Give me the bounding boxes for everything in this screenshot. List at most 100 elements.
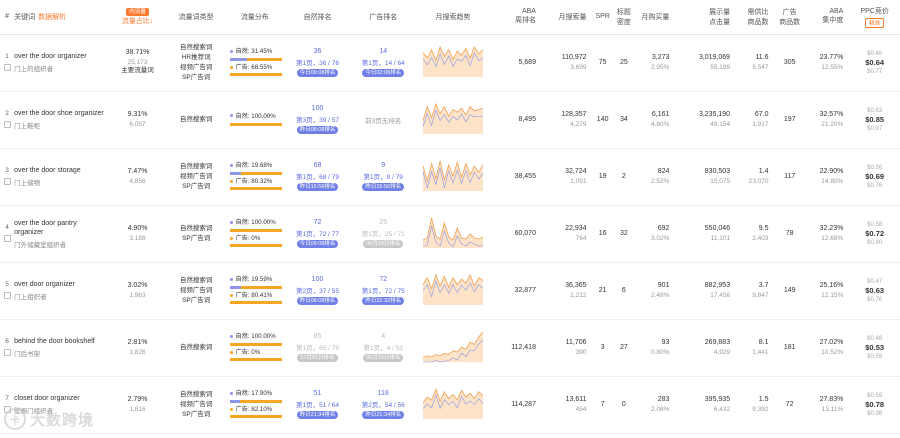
keyword-type-tag: 自然搜索词 (179, 162, 213, 170)
ad-share-label: 广告: 0% (224, 348, 285, 357)
search-trend-sparkline[interactable] (421, 330, 485, 364)
col-concentration-header[interactable]: ABA 集中度 (804, 0, 850, 35)
trend-cell[interactable] (416, 34, 490, 92)
keyword-cell[interactable]: over the door pantry organizer 门外储藏室组织者 (14, 205, 108, 263)
natural-rank-cell: 65 第1页，65 / 79 07月01日排名 (285, 319, 350, 377)
table-row[interactable]: 5 over door organizer 门上组织者 3.02% 1,963 自然… (0, 262, 900, 320)
col-search-header[interactable]: 月搜索量 (541, 0, 593, 35)
ppc-suggested: $0.63 (865, 285, 885, 295)
natural-rank-page: 第1页，51 / 64 (296, 402, 340, 409)
aba-concentration-sub: 13.11% (821, 406, 844, 413)
aba-concentration: 25.16% (819, 282, 844, 289)
col-spr-header[interactable]: SPR (592, 0, 613, 35)
ppc-cell: $0.48 $0.53 $0.59 (849, 319, 900, 377)
natural-rank-value[interactable]: 51 (285, 390, 350, 397)
dist-cell: 自然: 19.68% 广告: 80.32% (224, 148, 286, 206)
purchase-rate: 2.48% (650, 292, 670, 299)
table-row[interactable]: 3 over the door storage 门上储物 7.47% 4,856 自… (0, 148, 900, 206)
search-trend-sparkline[interactable] (421, 159, 485, 193)
keyword-cell[interactable]: over the door organizer 门上的组织者 (14, 34, 108, 92)
search-trend-sparkline[interactable] (421, 216, 485, 250)
ppc-suggested: $0.53 (865, 342, 885, 352)
natural-rank-value[interactable]: 65 (285, 333, 350, 340)
col-impressions-header[interactable]: 展示量 点击量 (675, 0, 737, 35)
natural-rank-value[interactable]: 68 (285, 162, 350, 169)
ppc-low: $0.46 (867, 50, 883, 57)
trend-cell[interactable] (416, 205, 490, 263)
spr-cell: 16 (592, 205, 613, 263)
keyword-cn: 门上的组织者 (14, 66, 54, 73)
keyword-cell[interactable]: over door organizer 门上组织者 (14, 262, 108, 320)
aba-concentration-sub: 21.20% (821, 121, 844, 128)
purchase-cell: 283 2.08% (634, 376, 676, 434)
ppc-header-label: PPC竞价 (860, 7, 889, 15)
search-trend-sparkline[interactable] (421, 387, 485, 421)
ratio-cell: 8.1 1,441 (736, 319, 775, 377)
search-volume: 110,972 (561, 54, 587, 61)
share-cell: 38.71% 25,173 主要流量词 (107, 34, 168, 92)
data-analysis-link[interactable]: 数据解析 (38, 14, 66, 21)
col-ratio-header[interactable]: 需供比 商品数 (736, 0, 775, 35)
ppc-exact-dropdown[interactable]: 精准 (865, 17, 885, 28)
ad-rank-value[interactable]: 118 (350, 390, 417, 397)
trend-cell[interactable] (416, 376, 490, 434)
row-checkbox[interactable] (3, 63, 11, 71)
row-checkbox[interactable] (3, 177, 11, 185)
ad-rank-value[interactable]: 25 (350, 219, 417, 226)
ppc-high: $0.98 (867, 410, 883, 417)
col-density-header[interactable]: 标题 密度 (612, 0, 635, 35)
natural-rank-value[interactable]: 36 (285, 48, 350, 55)
col-ad-products-header[interactable]: 广告 商品数 (774, 0, 805, 35)
trend-cell[interactable] (416, 148, 490, 206)
keyword-en[interactable]: behind the door bookshelf (14, 337, 107, 346)
table-row[interactable]: 4 over the door pantry organizer 门外储藏室组织者… (0, 205, 900, 263)
table-row[interactable]: 7 closet door organizer 壁橱门组织者 2.79% 1,816… (0, 376, 900, 434)
keyword-cn: 门后书架 (14, 351, 41, 358)
keyword-cell[interactable]: behind the door bookshelf 门后书架 (14, 319, 108, 377)
keyword-en[interactable]: over door organizer (14, 280, 107, 289)
keyword-cell[interactable]: over the door storage 门上储物 (14, 148, 108, 206)
purchase-rate: 2.08% (650, 406, 670, 413)
keyword-en[interactable]: closet door organizer (14, 394, 107, 403)
search-volume-sub: 1,091 (570, 178, 587, 185)
trend-cell[interactable] (416, 262, 490, 320)
row-checkbox[interactable] (3, 120, 11, 128)
ppc-high: $0.76 (867, 296, 883, 303)
sort-desc-icon[interactable]: ↓ (150, 18, 154, 25)
keyword-type-tag: SP广告词 (182, 296, 211, 304)
row-checkbox[interactable] (3, 348, 11, 356)
ad-products-cell: 197 (774, 91, 805, 149)
keyword-cell[interactable]: over the door shoe organizer 门上鞋柜 (14, 91, 108, 149)
ppc-suggested: $0.69 (865, 171, 885, 181)
ad-rank-value[interactable]: 9 (350, 162, 417, 169)
keyword-en[interactable]: over the door storage (14, 166, 107, 175)
ad-rank-cell: 前3页无排名 (349, 91, 417, 149)
table-row[interactable]: 2 over the door shoe organizer 门上鞋柜 9.31%… (0, 91, 900, 149)
ad-rank-value[interactable]: 14 (350, 48, 417, 55)
ratio-cell: 1.5 9,392 (736, 376, 775, 434)
trend-cell[interactable] (416, 91, 490, 149)
keyword-table: # 关键词 数据解析 内流量 流量占比↓ 流量词类型 流量分布 自然排名 广告排名 … (0, 0, 900, 434)
keyword-en[interactable]: over the door pantry organizer (14, 219, 107, 237)
traffic-share-sub: 3,188 (129, 235, 146, 242)
natural-rank-value[interactable]: 100 (285, 105, 350, 112)
natural-rank-value[interactable]: 100 (285, 276, 350, 283)
col-purchase-header[interactable]: 月购买量 (634, 0, 676, 35)
search-trend-sparkline[interactable] (421, 45, 485, 79)
row-checkbox[interactable] (3, 291, 11, 299)
col-share-header[interactable]: 内流量 流量占比↓ (107, 0, 168, 35)
keyword-en[interactable]: over the door organizer (14, 52, 107, 61)
ad-rank-value[interactable]: 4 (350, 333, 417, 340)
search-trend-sparkline[interactable] (421, 102, 485, 136)
search-trend-sparkline[interactable] (421, 273, 485, 307)
clicks: 15,075 (710, 178, 731, 185)
natural-rank-value[interactable]: 72 (285, 219, 350, 226)
ad-products-cell: 181 (774, 319, 805, 377)
row-checkbox[interactable] (3, 234, 11, 242)
ad-rank-value[interactable]: 72 (350, 276, 417, 283)
table-row[interactable]: 6 behind the door bookshelf 门后书架 2.81% 1,8… (0, 319, 900, 377)
trend-cell[interactable] (416, 319, 490, 377)
keyword-en[interactable]: over the door shoe organizer (14, 109, 107, 118)
col-aba-header[interactable]: ABA 周排名 (489, 0, 542, 35)
table-row[interactable]: 1 over the door organizer 门上的组织者 38.71% 25… (0, 34, 900, 92)
